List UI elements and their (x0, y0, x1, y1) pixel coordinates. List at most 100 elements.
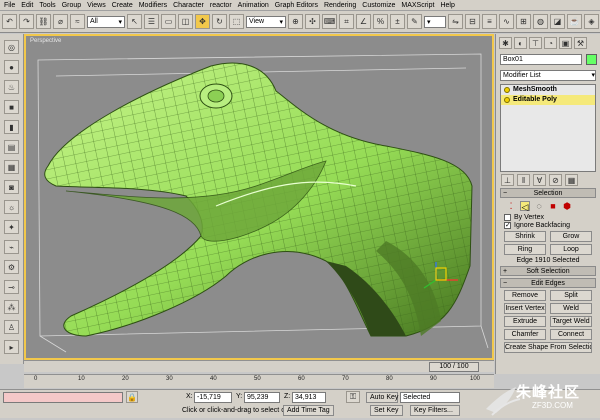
material-editor-icon[interactable]: ◍ (533, 14, 548, 29)
region-select-icon[interactable]: ▭ (161, 14, 176, 29)
menu-animation[interactable]: Animation (238, 2, 269, 9)
loop-button[interactable]: Loop (550, 244, 592, 255)
remove-modifier-icon[interactable]: ⊘ (549, 174, 562, 186)
bind-space-warp-icon[interactable]: ≈ (70, 14, 85, 29)
schematic-view-icon[interactable]: ⊞ (516, 14, 531, 29)
grow-button[interactable]: Grow (550, 231, 592, 242)
menu-reactor[interactable]: reactor (210, 2, 232, 9)
percent-snap-icon[interactable]: % (373, 14, 388, 29)
selection-filter-dropdown[interactable]: All ▾ (87, 15, 125, 28)
bone-icon[interactable]: ⊸ (4, 280, 19, 294)
utilities-tab-icon[interactable]: ⚒ (574, 37, 587, 49)
stack-item-editable-poly[interactable]: Editable Poly (501, 95, 595, 105)
selection-rollout-title[interactable]: − Selection (500, 188, 596, 198)
key-icon[interactable]: ⚿ (346, 391, 360, 403)
polygon-mode-icon[interactable]: ■ (548, 201, 558, 211)
light-icon[interactable]: ☼ (4, 200, 19, 214)
spinner-snap-icon[interactable]: ± (390, 14, 405, 29)
grid-icon[interactable]: ▦ (4, 160, 19, 174)
link-icon[interactable]: ⛓ (36, 14, 51, 29)
split-button[interactable]: Split (550, 290, 592, 301)
curve-editor-icon[interactable]: ∿ (499, 14, 514, 29)
named-selection-icon[interactable]: ✎ (407, 14, 422, 29)
select-object-icon[interactable]: ↖ (127, 14, 142, 29)
make-unique-icon[interactable]: ∀ (533, 174, 546, 186)
sphere-icon[interactable]: ● (4, 60, 19, 74)
menu-character[interactable]: Character (173, 2, 204, 9)
display-tab-icon[interactable]: ▣ (559, 37, 572, 49)
shrink-button[interactable]: Shrink (504, 231, 546, 242)
selection-set-dropdown[interactable]: Selected (400, 392, 460, 403)
reference-coordinate-dropdown[interactable]: View ▾ (246, 15, 286, 28)
camera-icon[interactable]: ◙ (4, 180, 19, 194)
object-name-field[interactable]: Box01 (500, 54, 582, 65)
render-last-icon[interactable]: ◈ (584, 14, 599, 29)
motion-tab-icon[interactable]: ◔ (544, 37, 557, 49)
weld-button[interactable]: Weld (550, 303, 592, 314)
show-end-result-icon[interactable]: ‖ (517, 174, 530, 186)
chamfer-button[interactable]: Chamfer (504, 329, 546, 340)
timeline-ruler[interactable]: 0 10 20 30 40 50 60 70 80 90 100 (24, 374, 494, 388)
render-icon[interactable]: ▸ (4, 340, 19, 354)
snap-toggle-icon[interactable]: ⌗ (339, 14, 354, 29)
teapot-icon[interactable]: ♨ (4, 80, 19, 94)
menu-customize[interactable]: Customize (362, 2, 395, 9)
select-and-move-icon[interactable]: ✥ (195, 14, 210, 29)
biped-icon[interactable]: ♙ (4, 320, 19, 334)
select-manipulate-icon[interactable]: ✣ (305, 14, 320, 29)
align-icon[interactable]: ⊟ (465, 14, 480, 29)
select-by-name-icon[interactable]: ☰ (144, 14, 159, 29)
edit-edges-rollout-title[interactable]: − Edit Edges (500, 278, 596, 288)
remove-button[interactable]: Remove (504, 290, 546, 301)
menu-tools[interactable]: Tools (39, 2, 55, 9)
layers-icon[interactable]: ▤ (4, 140, 19, 154)
create-shape-button[interactable]: Create Shape From Selection (504, 342, 592, 353)
select-and-rotate-icon[interactable]: ↻ (212, 14, 227, 29)
menu-group[interactable]: Group (62, 2, 81, 9)
soft-selection-rollout-title[interactable]: + Soft Selection (500, 266, 596, 276)
target-weld-button[interactable]: Target Weld (550, 316, 592, 327)
modify-tab-icon[interactable]: ◐ (514, 37, 527, 49)
quick-render-icon[interactable]: ☕ (567, 14, 582, 29)
trex-head-mesh[interactable] (26, 36, 492, 358)
auto-key-button[interactable]: Auto Key (366, 392, 398, 403)
particles-icon[interactable]: ⁂ (4, 300, 19, 314)
lightbulb-icon[interactable] (504, 97, 510, 103)
x-coord-field[interactable]: -15,719 (194, 392, 232, 403)
redo-icon[interactable]: ↷ (19, 14, 34, 29)
hierarchy-tab-icon[interactable]: ⊤ (529, 37, 542, 49)
undo-icon[interactable]: ↶ (2, 14, 17, 29)
z-coord-field[interactable]: 34,913 (292, 392, 326, 403)
menu-rendering[interactable]: Rendering (324, 2, 356, 9)
by-vertex-checkbox[interactable]: By Vertex (504, 214, 592, 221)
ignore-backfacing-checkbox[interactable]: ✓ Ignore Backfacing (504, 222, 592, 229)
menu-help[interactable]: Help (440, 2, 454, 9)
menu-graph-editors[interactable]: Graph Editors (275, 2, 318, 9)
connect-button[interactable]: Connect (550, 329, 592, 340)
render-scene-icon[interactable]: ◪ (550, 14, 565, 29)
time-slider-track[interactable]: 100 / 100 (24, 360, 494, 372)
y-coord-field[interactable]: 95,239 (244, 392, 280, 403)
angle-snap-icon[interactable]: ∠ (356, 14, 371, 29)
perspective-viewport[interactable]: Perspective (24, 34, 494, 360)
selection-lock-icon[interactable]: 🔒 (126, 391, 138, 403)
menu-edit[interactable]: Edit (21, 2, 33, 9)
menu-views[interactable]: Views (87, 2, 106, 9)
menu-file[interactable]: File (4, 2, 15, 9)
key-filters-button[interactable]: Key Filters... (410, 405, 460, 416)
named-selection-sets-dropdown[interactable]: ▾ (424, 15, 446, 28)
insert-vertex-button[interactable]: Insert Vertex (504, 303, 546, 314)
menu-modifiers[interactable]: Modifiers (139, 2, 167, 9)
mirror-icon[interactable]: ⇋ (448, 14, 463, 29)
menu-create[interactable]: Create (112, 2, 133, 9)
pin-stack-icon[interactable]: ⊥ (501, 174, 514, 186)
vertex-mode-icon[interactable]: ⁚ (506, 201, 516, 211)
menu-maxscript[interactable]: MAXScript (401, 2, 434, 9)
border-mode-icon[interactable]: ◌ (534, 201, 544, 211)
systems-icon[interactable]: ⚙ (4, 260, 19, 274)
layer-manager-icon[interactable]: ≡ (482, 14, 497, 29)
torus-icon[interactable]: ◎ (4, 40, 19, 54)
ring-button[interactable]: Ring (504, 244, 546, 255)
lightbulb-icon[interactable] (504, 87, 510, 93)
stack-item-meshsmooth[interactable]: MeshSmooth (501, 85, 595, 95)
